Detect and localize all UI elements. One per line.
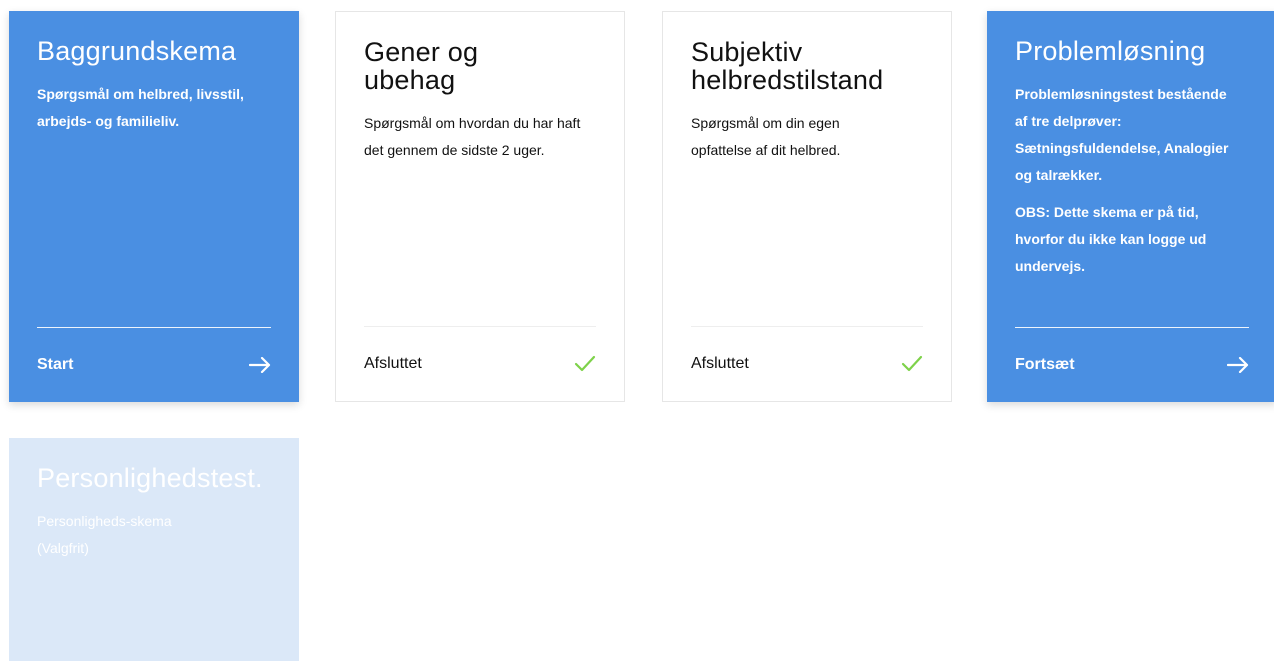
checkmark-icon bbox=[574, 355, 596, 373]
checkmark-icon bbox=[901, 355, 923, 373]
card-subjektiv-helbredstilstand: Subjektiv helbredstilstand Spørgsmål om … bbox=[662, 11, 952, 402]
card-description: Spørgsmål om helbred, livsstil, arbejds-… bbox=[37, 86, 244, 129]
status-label: Afsluttet bbox=[691, 355, 749, 372]
card-note: OBS: Dette skema er på tid, hvorfor du i… bbox=[1015, 204, 1207, 274]
card-title: Gener og ubehag bbox=[364, 37, 479, 95]
arrow-right-icon[interactable] bbox=[249, 357, 271, 373]
card-description: Spørgsmål om hvordan du har haft det gen… bbox=[364, 115, 581, 158]
start-button[interactable]: Start bbox=[37, 356, 73, 374]
arrow-right-icon[interactable] bbox=[1227, 357, 1249, 373]
card-footer: Afsluttet bbox=[691, 326, 923, 401]
card-footer: Afsluttet bbox=[364, 326, 596, 401]
continue-button[interactable]: Fortsæt bbox=[1015, 356, 1075, 374]
card-problemloesning[interactable]: Problemløsning Problemløsningstest bestå… bbox=[987, 11, 1274, 402]
card-baggrundskema[interactable]: Baggrundskema Spørgsmål om helbred, livs… bbox=[9, 11, 299, 402]
status-label: Afsluttet bbox=[364, 355, 422, 372]
card-description: Spørgsmål om din egen opfattelse af dit … bbox=[691, 115, 841, 158]
card-title: Baggrundskema bbox=[37, 36, 237, 66]
card-title: Personlighedstest. bbox=[37, 463, 263, 493]
card-title: Problemløsning bbox=[1015, 36, 1206, 66]
card-gener-og-ubehag: Gener og ubehag Spørgsmål om hvordan du … bbox=[335, 11, 625, 402]
card-description: Personligheds-skema (Valgfrit) bbox=[37, 513, 172, 556]
card-title: Subjektiv helbredstilstand bbox=[691, 37, 884, 95]
card-footer[interactable]: Start bbox=[37, 327, 271, 402]
card-personlighedstest: Personlighedstest. Personligheds-skema (… bbox=[9, 438, 299, 661]
card-description: Problemløsningstest bestående af tre del… bbox=[1015, 86, 1229, 183]
card-footer[interactable]: Fortsæt bbox=[1015, 327, 1249, 402]
